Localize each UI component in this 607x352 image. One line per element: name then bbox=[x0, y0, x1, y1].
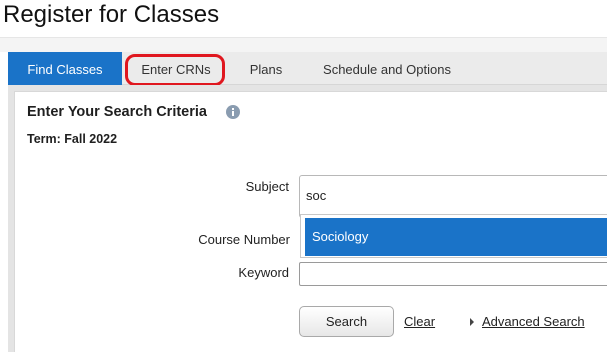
keyword-label: Keyword bbox=[238, 265, 289, 280]
term-label: Term: Fall 2022 bbox=[27, 132, 118, 146]
header-band bbox=[0, 38, 607, 52]
clear-link[interactable]: Clear bbox=[404, 314, 435, 329]
subject-input-value[interactable]: soc bbox=[306, 188, 326, 203]
caret-right-icon bbox=[470, 318, 474, 326]
criteria-heading: Enter Your Search Criteria bbox=[27, 104, 207, 120]
info-icon[interactable] bbox=[226, 105, 240, 119]
tab-find-classes[interactable]: Find Classes bbox=[8, 52, 122, 85]
search-button[interactable]: Search bbox=[299, 306, 394, 337]
subject-suggestion-option[interactable]: Sociology bbox=[305, 218, 607, 256]
keyword-input[interactable] bbox=[299, 262, 607, 286]
advanced-search-link[interactable]: Advanced Search bbox=[482, 314, 585, 329]
tab-plans[interactable]: Plans bbox=[238, 52, 294, 85]
page-title: Register for Classes bbox=[3, 1, 220, 28]
subject-input[interactable] bbox=[299, 175, 607, 218]
tab-enter-crns[interactable]: Enter CRNs bbox=[123, 52, 229, 85]
tab-schedule-and-options[interactable]: Schedule and Options bbox=[312, 52, 462, 85]
course-number-label: Course Number bbox=[198, 232, 290, 247]
subject-label: Subject bbox=[245, 179, 289, 194]
